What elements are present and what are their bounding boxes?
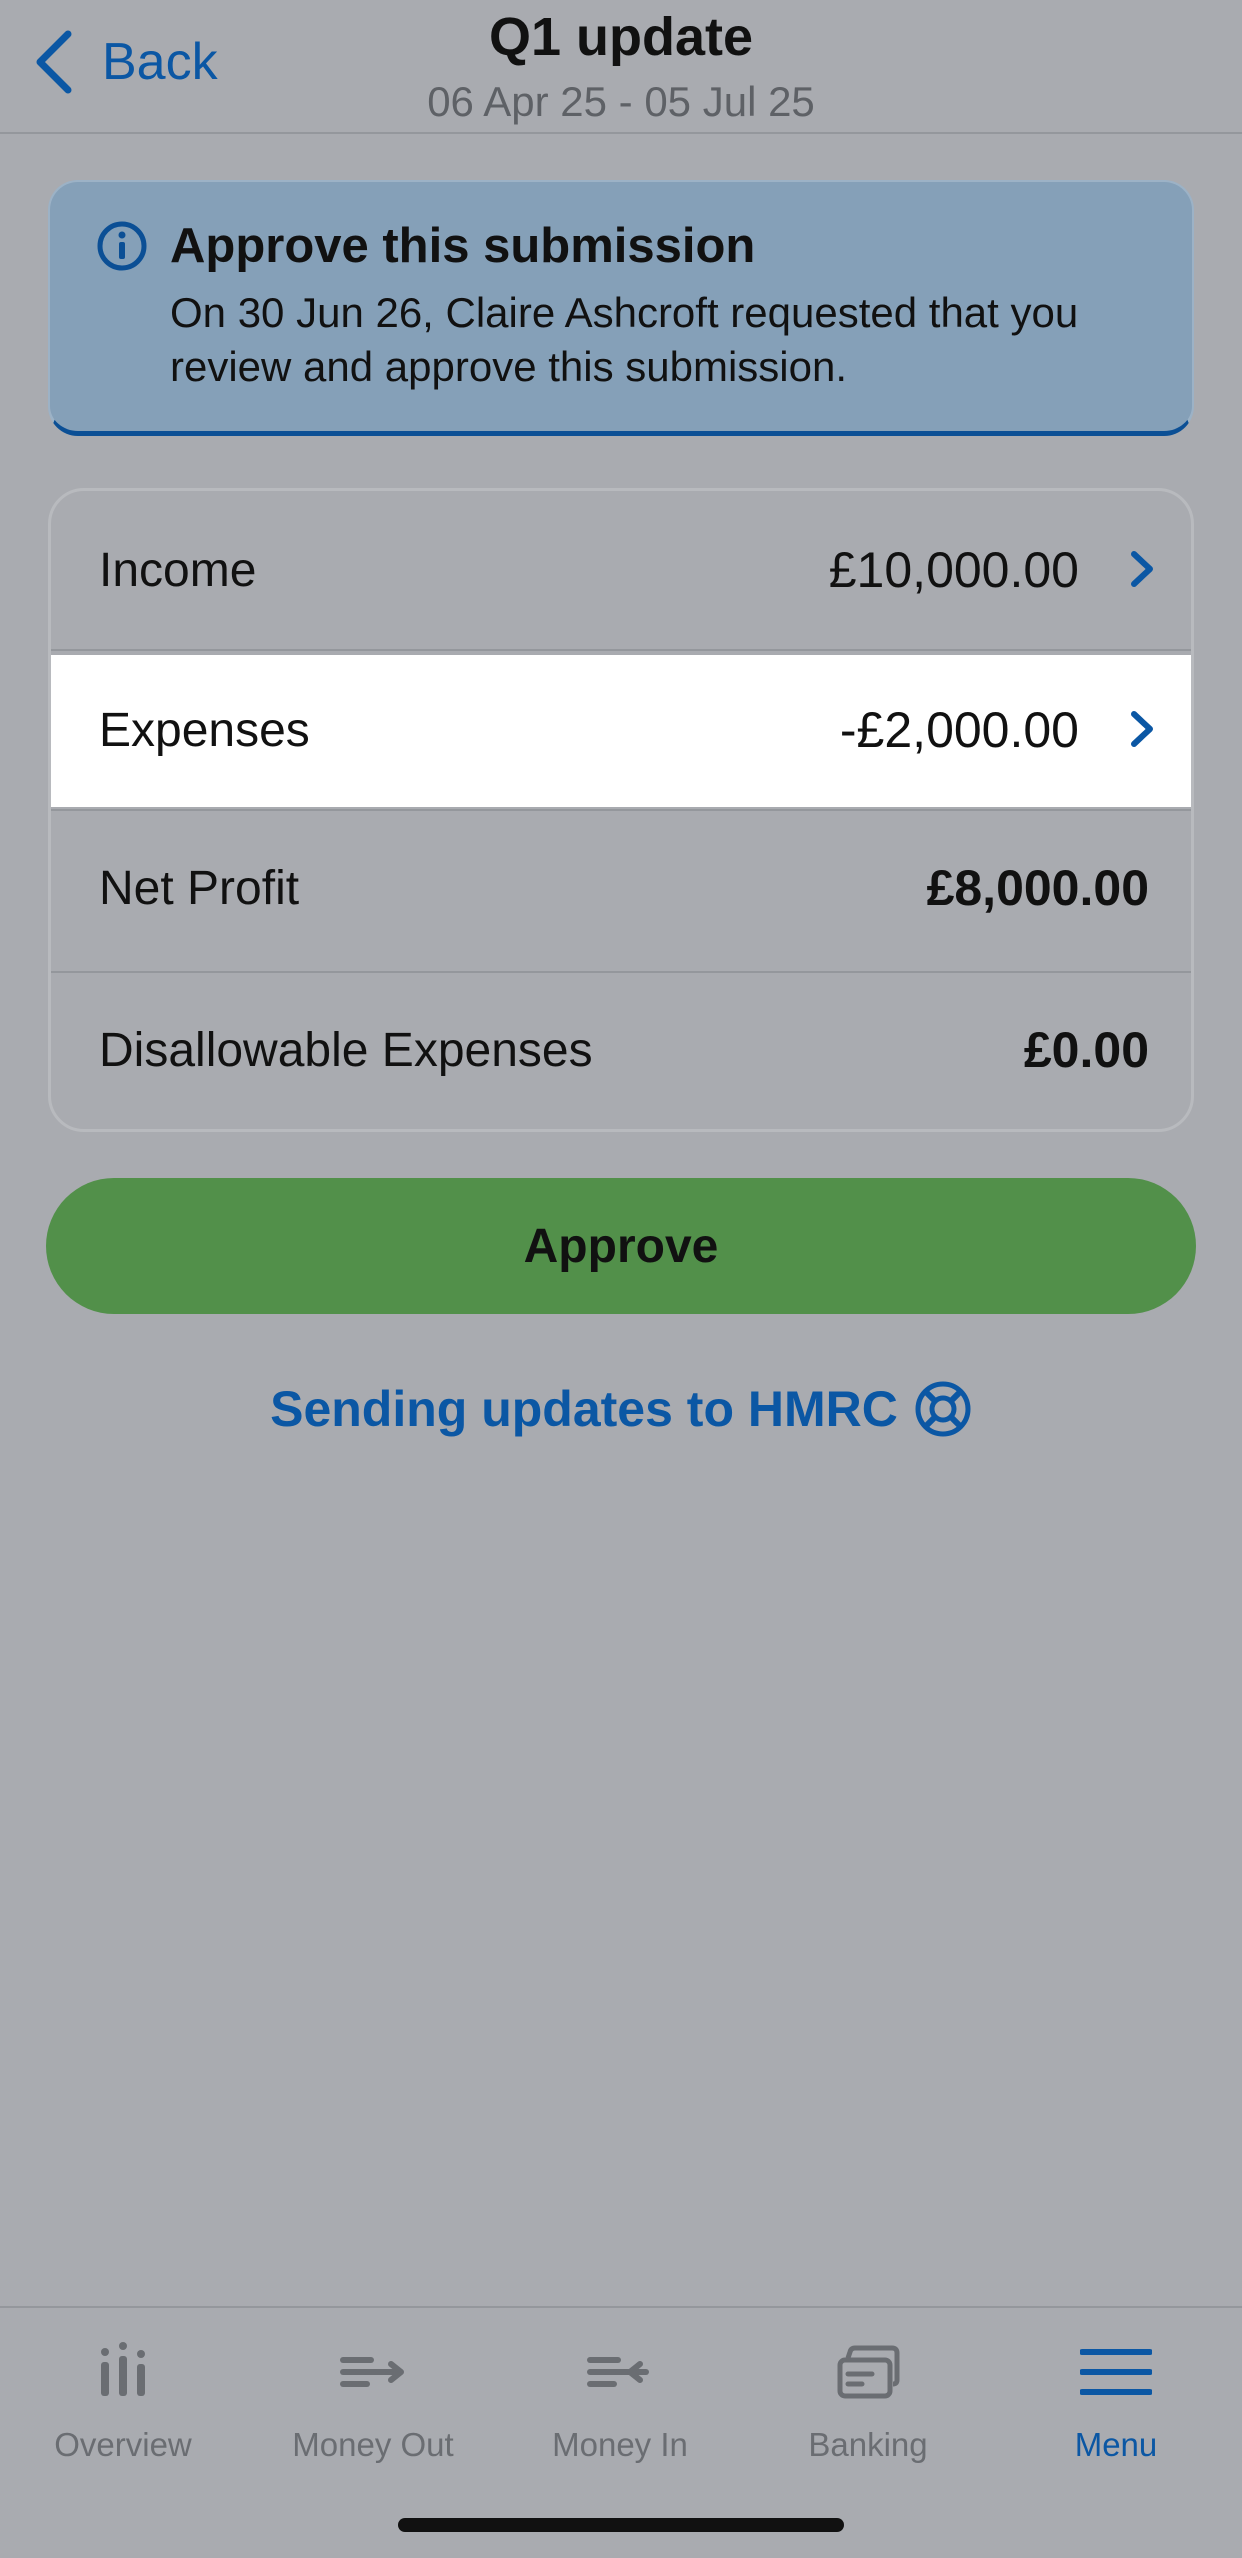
tab-label: Menu <box>1074 2426 1158 2463</box>
tab-label: Money Out <box>292 2426 454 2463</box>
tab-label: Banking <box>808 2426 928 2463</box>
lifebuoy-icon <box>915 1381 971 1437</box>
help-link-label: Sending updates to HMRC <box>270 1381 898 1437</box>
expenses-row[interactable]: Expenses -£2,000.00 <box>51 655 1191 807</box>
sending-updates-help-link[interactable]: Sending updates to HMRC <box>0 1380 1242 1438</box>
income-label: Income <box>99 544 257 597</box>
disallowable-expenses-row: Disallowable Expenses £0.00 <box>51 973 1191 1129</box>
money-in-icon <box>587 2357 649 2387</box>
info-icon <box>97 221 147 271</box>
tab-money-out[interactable]: Money Out <box>253 2336 493 2464</box>
disallowable-expenses-value: £0.00 <box>1023 1022 1149 1078</box>
tab-label: Money In <box>552 2426 688 2463</box>
net-profit-value: £8,000.00 <box>926 860 1149 916</box>
disallowable-expenses-label: Disallowable Expenses <box>99 1024 593 1077</box>
tab-overview[interactable]: Overview <box>3 2336 243 2464</box>
tab-label: Overview <box>54 2426 192 2463</box>
hamburger-menu-icon <box>1080 2349 1152 2395</box>
submission-summary-card: Income £10,000.00 Expenses -£2,000.00 Ne… <box>48 488 1194 1132</box>
chevron-right-icon <box>1131 711 1153 747</box>
net-profit-label: Net Profit <box>99 862 300 915</box>
tab-menu[interactable]: Menu <box>996 2336 1236 2464</box>
banner-message: On 30 Jun 26, Claire Ashcroft requested … <box>170 289 1079 390</box>
expenses-value: -£2,000.00 <box>839 702 1079 758</box>
bar-chart-icon <box>101 2342 145 2396</box>
expenses-label: Expenses <box>99 704 310 757</box>
bank-cards-icon <box>837 2345 900 2399</box>
tab-banking[interactable]: Banking <box>748 2336 988 2464</box>
chevron-right-icon <box>1131 551 1153 587</box>
row-divider <box>51 649 1191 651</box>
top-navigation-bar: Back Q1 update 06 Apr 25 - 05 Jul 25 <box>0 0 1242 134</box>
home-indicator[interactable] <box>398 2518 844 2532</box>
approve-button[interactable]: Approve <box>46 1178 1196 1314</box>
income-row[interactable]: Income £10,000.00 <box>51 491 1191 649</box>
net-profit-row: Net Profit £8,000.00 <box>51 811 1191 971</box>
tab-money-in[interactable]: Money In <box>500 2336 740 2464</box>
banner-title: Approve this submission <box>170 219 756 273</box>
money-out-icon <box>340 2357 404 2387</box>
page-title: Q1 update <box>488 7 754 67</box>
date-range: 06 Apr 25 - 05 Jul 25 <box>427 78 815 125</box>
approval-request-banner: Approve this submission On 30 Jun 26, Cl… <box>48 180 1194 436</box>
income-value: £10,000.00 <box>828 542 1079 598</box>
